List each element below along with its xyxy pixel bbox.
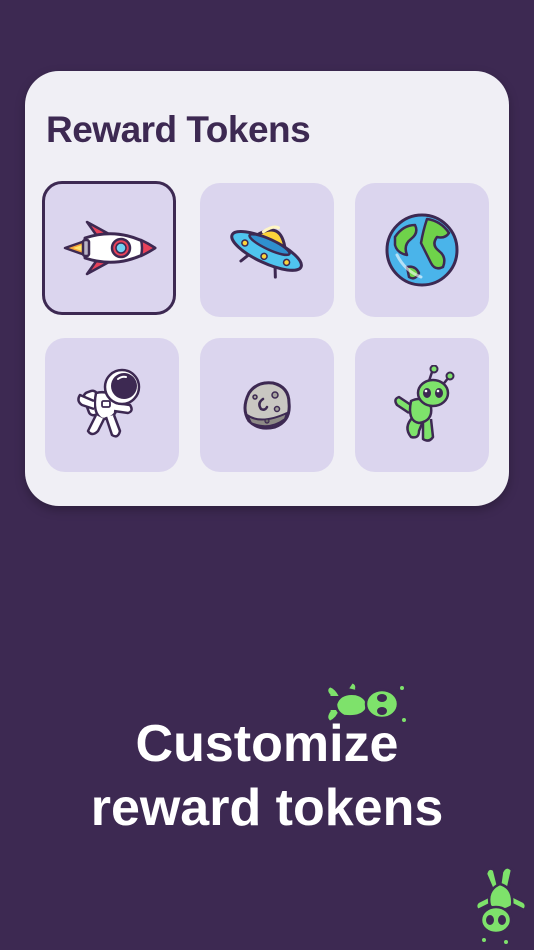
- headline-line-1: Customize: [135, 715, 399, 773]
- token-astronaut[interactable]: [45, 338, 179, 472]
- headline-line-2: reward tokens: [90, 779, 444, 837]
- token-ufo[interactable]: [200, 183, 334, 317]
- token-moon-rock[interactable]: [200, 338, 334, 472]
- token-rocket[interactable]: [42, 181, 176, 315]
- floating-alien-icon: [325, 680, 406, 724]
- reward-tokens-card: Reward Tokens: [25, 71, 509, 506]
- moon-rock-icon: [243, 381, 291, 430]
- headline: Customize reward tokens: [0, 712, 534, 840]
- token-alien[interactable]: [355, 338, 489, 472]
- card-title: Reward Tokens: [46, 109, 311, 150]
- rocket-icon: [63, 220, 157, 276]
- alien-icon: [394, 365, 455, 442]
- earth-icon: [385, 213, 459, 287]
- token-earth[interactable]: [355, 183, 489, 317]
- ufo-icon: [230, 225, 303, 279]
- corner-alien-icon: [474, 866, 528, 944]
- astronaut-icon: [77, 368, 141, 438]
